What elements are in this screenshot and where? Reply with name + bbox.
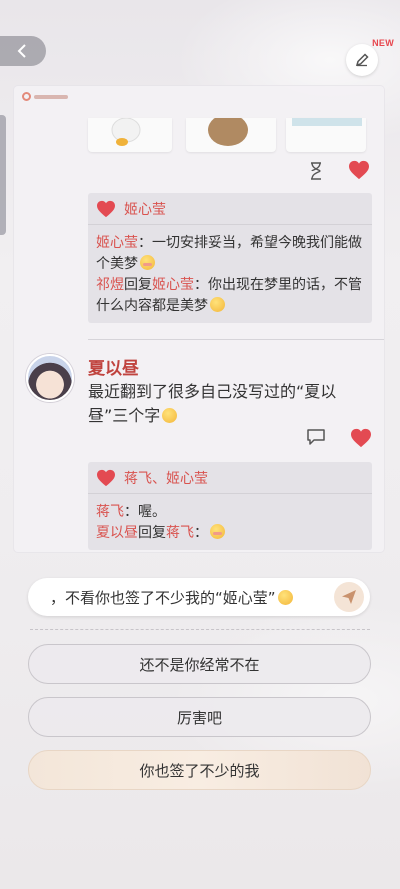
reply-text: ，不看你也签了不少我的“姬心莹” xyxy=(50,588,276,607)
commenter-name[interactable]: 蒋飞 xyxy=(96,504,124,520)
reply-option-1[interactable]: 还不是你经常不在 xyxy=(28,644,371,684)
likers-names: 蒋飞、姬心莹 xyxy=(124,470,208,487)
divider xyxy=(88,339,384,340)
like-heart-icon[interactable] xyxy=(348,160,370,180)
heart-icon xyxy=(97,200,115,217)
avatar[interactable] xyxy=(26,354,74,402)
app-logo xyxy=(22,92,68,101)
post-author[interactable]: 夏以昼 xyxy=(88,354,139,379)
scrollbar[interactable] xyxy=(0,115,6,235)
likes-row: 姬心莹 xyxy=(88,193,372,225)
divider xyxy=(30,629,370,630)
crying-emoji-icon xyxy=(210,297,225,312)
send-icon xyxy=(342,590,356,604)
comment-line[interactable]: 祁煜回复姬心莹：你出现在梦里的话，不管什么内容都是美梦 xyxy=(96,275,364,317)
chevron-left-icon xyxy=(17,44,26,58)
comment-line[interactable]: 蒋飞：喔。 xyxy=(96,502,364,523)
commenter-name[interactable]: 祁煜 xyxy=(96,277,124,293)
likes-row: 蒋飞、姬心莹 xyxy=(88,462,372,494)
reply-target-name[interactable]: 姬心莹 xyxy=(152,277,194,293)
comment-icon[interactable] xyxy=(306,428,326,446)
thinking-emoji-icon xyxy=(162,408,178,423)
photo-thumbnail[interactable] xyxy=(286,118,366,152)
likers-names: 姬心莹 xyxy=(124,201,166,218)
comment-section: 姬心莹 姬心莹：一切安排妥当，希望今晚我们能做个美梦 祁煜回复姬心莹：你出现在梦… xyxy=(88,193,372,323)
photo-thumbnail[interactable] xyxy=(88,117,172,152)
new-badge: NEW xyxy=(372,38,394,48)
like-heart-icon[interactable] xyxy=(350,428,372,448)
back-button[interactable] xyxy=(0,36,46,66)
photo-thumbnail[interactable] xyxy=(186,114,276,152)
reply-target-name[interactable]: 蒋飞 xyxy=(166,525,194,541)
moments-feed[interactable]: 姬心莹 姬心莹：一切安排妥当，希望今晚我们能做个美梦 祁煜回复姬心莹：你出现在梦… xyxy=(14,86,384,552)
post-text: 最近翻到了很多自己没写过的“夏以昼”三个字 xyxy=(88,382,337,425)
kiss-emoji-icon xyxy=(210,524,225,539)
comment-section: 蒋飞、姬心莹 蒋飞：喔。 夏以昼回复蒋飞： xyxy=(88,462,372,550)
pencil-icon xyxy=(355,53,369,67)
heart-icon xyxy=(97,469,115,486)
send-button[interactable] xyxy=(334,582,364,612)
reply-option-2[interactable]: 厉害吧 xyxy=(28,697,371,737)
commenter-name[interactable]: 姬心莹 xyxy=(96,235,138,251)
thinking-emoji-icon xyxy=(277,589,293,605)
smile-emoji-icon xyxy=(140,255,155,270)
comment-line[interactable]: 姬心莹：一切安排妥当，希望今晚我们能做个美梦 xyxy=(96,233,364,275)
edit-button[interactable] xyxy=(346,44,378,76)
reply-input[interactable]: ，不看你也签了不少我的“姬心莹” xyxy=(28,578,370,616)
commenter-name[interactable]: 夏以昼 xyxy=(96,525,138,541)
comment-line[interactable]: 夏以昼回复蒋飞： xyxy=(96,523,364,544)
comment-text: 喔。 xyxy=(138,504,166,520)
hourglass-icon[interactable] xyxy=(308,162,324,180)
reply-option-3[interactable]: 你也签了不少的我 xyxy=(28,750,371,790)
